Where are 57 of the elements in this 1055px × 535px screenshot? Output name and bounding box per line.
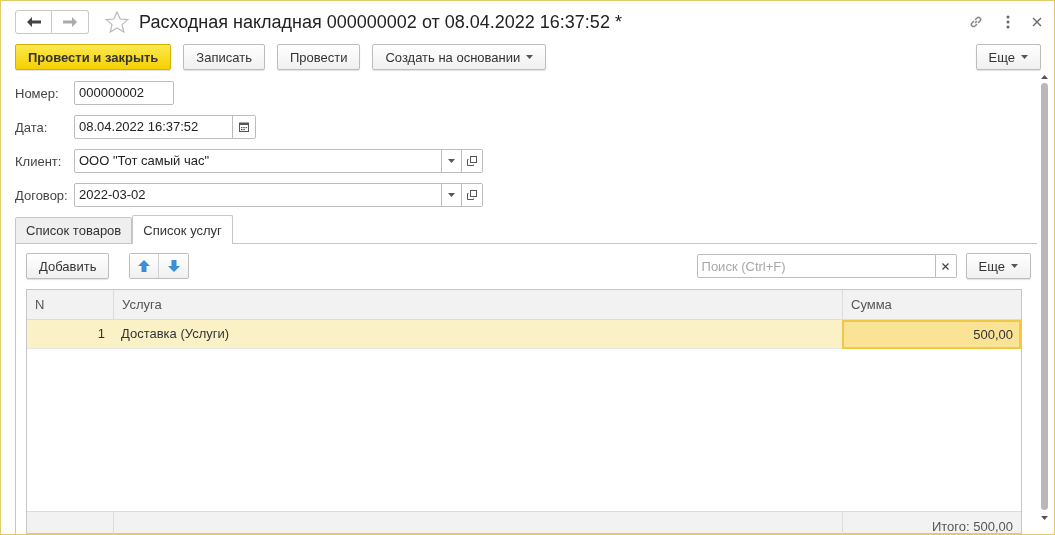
close-icon bbox=[1032, 17, 1042, 27]
star-icon[interactable] bbox=[105, 11, 129, 33]
toolbar-button[interactable]: Провести bbox=[276, 44, 361, 70]
more-menu-button[interactable] bbox=[1006, 15, 1010, 29]
back-button[interactable] bbox=[15, 10, 52, 34]
field-label: Клиент: bbox=[15, 153, 63, 169]
clear-button[interactable] bbox=[935, 254, 957, 278]
total-text: Итого: 500,00 bbox=[842, 512, 1021, 534]
arrow-up-icon bbox=[138, 260, 151, 272]
field-label: Дата: bbox=[15, 119, 49, 135]
input-field[interactable]: 000000002 bbox=[74, 81, 174, 105]
table-cell-text: Доставка (Услуги) bbox=[120, 325, 231, 343]
move-up-button[interactable] bbox=[130, 254, 160, 278]
post-and-close-button[interactable]: Провести и закрыть bbox=[15, 44, 172, 70]
add-button[interactable]: Добавить bbox=[26, 253, 110, 279]
window-title: Расходная накладная 000000002 от 08.04.2022 16:37:52 * bbox=[139, 11, 623, 33]
scroll-down-icon[interactable] bbox=[1041, 516, 1048, 520]
arrow-right-icon bbox=[63, 17, 77, 27]
caret-icon bbox=[526, 55, 534, 59]
tab[interactable]: Список услуг bbox=[132, 215, 233, 244]
close-button[interactable] bbox=[1032, 17, 1042, 27]
input-field[interactable]: 08.04.2022 16:37:52 bbox=[74, 115, 256, 139]
move-down-button[interactable] bbox=[159, 254, 189, 278]
search-field[interactable]: Поиск (Ctrl+F) bbox=[696, 254, 936, 278]
table-row[interactable]: 1 Доставка (Услуги) 500,00 bbox=[27, 320, 1021, 349]
calendar-button[interactable] bbox=[232, 116, 255, 138]
open-window-icon bbox=[467, 190, 477, 200]
link-button[interactable] bbox=[968, 14, 984, 30]
more-button[interactable]: Еще bbox=[975, 44, 1041, 70]
calendar-icon bbox=[239, 122, 249, 132]
arrow-left-icon bbox=[26, 17, 41, 27]
caret-icon bbox=[448, 159, 455, 163]
column-header: Услуга bbox=[113, 290, 842, 319]
arrow-down-icon bbox=[167, 260, 180, 272]
field-label: Номер: bbox=[15, 85, 60, 101]
toolbar-button[interactable]: Записать bbox=[183, 44, 265, 70]
field-label: Договор: bbox=[15, 187, 69, 203]
table-cell-text: 1 bbox=[96, 325, 106, 343]
input-field[interactable]: ООО "Тот самый час" bbox=[74, 149, 483, 173]
caret-icon bbox=[448, 193, 455, 197]
caret-icon bbox=[1011, 264, 1018, 268]
open-button[interactable] bbox=[461, 184, 482, 206]
column-header: N bbox=[34, 296, 46, 314]
more-button[interactable]: Еще bbox=[965, 253, 1031, 279]
scrollbar-thumb[interactable] bbox=[1041, 83, 1048, 510]
vertical-dots-icon bbox=[1006, 15, 1010, 29]
scroll-up-icon[interactable] bbox=[1041, 75, 1048, 79]
column-header: Сумма bbox=[842, 290, 1021, 319]
open-button[interactable] bbox=[461, 150, 482, 172]
caret-icon bbox=[1021, 55, 1028, 59]
link-icon bbox=[968, 14, 984, 30]
dropdown-button[interactable]: Создать на основании bbox=[372, 44, 547, 70]
close-icon bbox=[942, 262, 950, 270]
table-cell: 500,00 bbox=[842, 320, 1021, 349]
open-window-icon bbox=[467, 156, 477, 166]
tab[interactable]: Список товаров bbox=[15, 217, 133, 244]
input-field[interactable]: 2022-03-02 bbox=[74, 183, 483, 207]
